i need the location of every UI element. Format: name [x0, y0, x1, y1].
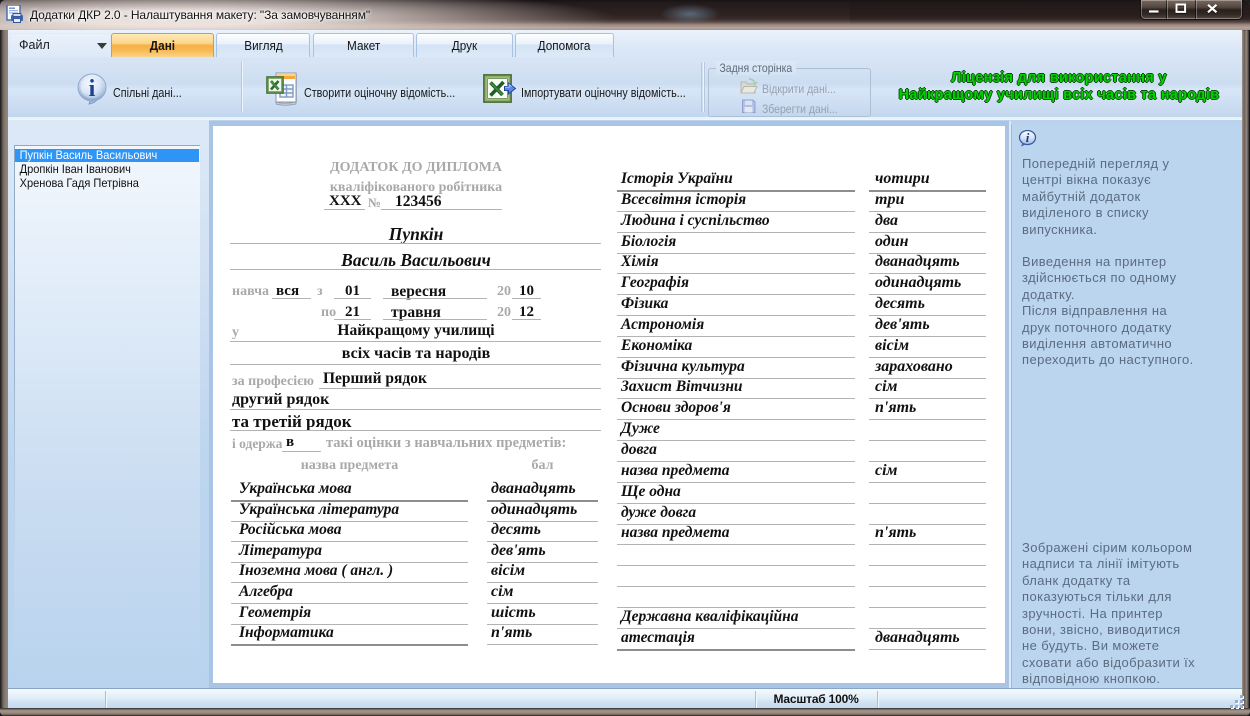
- svg-text:i: i: [1026, 130, 1030, 145]
- svg-text:i: i: [89, 76, 96, 102]
